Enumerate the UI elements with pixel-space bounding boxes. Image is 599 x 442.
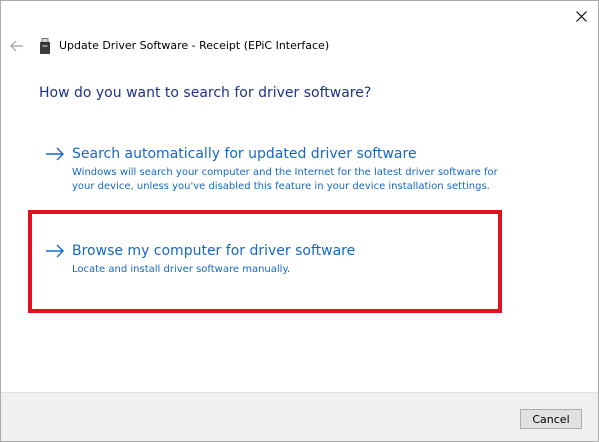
dialog-footer: Cancel [1,392,598,441]
dialog-header: Update Driver Software - Receipt (EPiC I… [1,34,598,58]
back-button[interactable] [8,38,26,54]
highlight-annotation-box [28,210,502,313]
right-arrow-icon [46,147,64,161]
cancel-button[interactable]: Cancel [520,409,582,429]
back-arrow-icon [10,40,23,52]
close-button[interactable] [563,1,598,31]
option-title: Search automatically for updated driver … [72,146,417,162]
dialog-title: Update Driver Software - Receipt (EPiC I… [59,39,330,52]
option-description: Windows will search your computer and th… [72,167,498,192]
dialog-window: Update Driver Software - Receipt (EPiC I… [0,0,599,442]
close-icon [575,10,587,22]
page-heading: How do you want to search for driver sof… [39,85,372,101]
usb-device-icon [39,38,51,54]
